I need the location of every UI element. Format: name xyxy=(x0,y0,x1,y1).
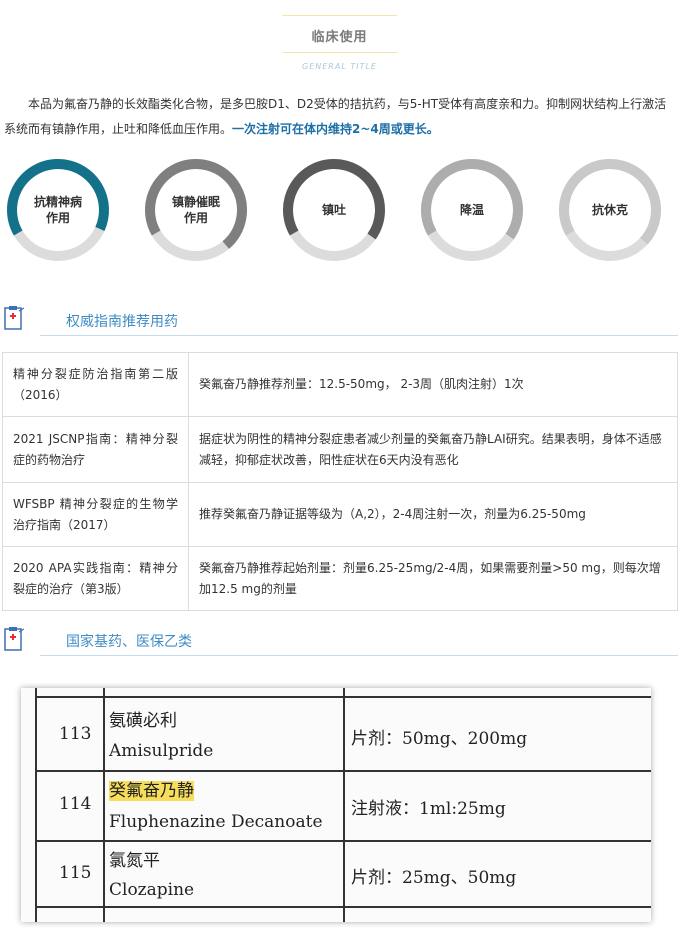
insurance-heading: 国家基药、医保乙类 xyxy=(66,634,192,650)
guideline-name: 2020 APA实践指南：精神分裂症的治疗（第3版） xyxy=(2,546,189,611)
effect-label: 降温 xyxy=(420,158,524,262)
guideline-row: WFSBP 精神分裂症的生物学治疗指南（2017） 推荐癸氟奋乃静证据等级为（A,… xyxy=(2,482,678,547)
effect-label-text: 镇静催眠 作用 xyxy=(172,194,220,226)
drug-spec: 片剂：50mg、200mg xyxy=(351,729,528,749)
section-subtitle: GENERAL TITLE xyxy=(302,62,377,71)
effect-ring: 抗精神病 作用 xyxy=(6,158,110,262)
intro-paragraph: 本品为氟奋乃静的长效酯类化合物，是多巴胺D1、D2受体的拮抗药，与5-HT受体有… xyxy=(4,92,678,142)
doc-rule xyxy=(35,688,37,922)
clipboard-icon xyxy=(4,306,25,330)
effect-ring: 镇吐 xyxy=(282,158,386,262)
guideline-row: 2020 APA实践指南：精神分裂症的治疗（第3版） 癸氟奋乃静推荐起始剂量：剂量… xyxy=(2,546,678,611)
effect-ring: 镇静催眠 作用 xyxy=(144,158,248,262)
guideline-row: 2021 JSCNP指南：精神分裂症的药物治疗 据症状为阴性的精神分裂症患者减少剂… xyxy=(2,416,678,483)
effect-label-line: 作用 xyxy=(183,211,208,225)
guidelines-table: 精神分裂症防治指南第二版（2016） 癸氟奋乃静推荐剂量：12.5-50mg， 2… xyxy=(2,352,678,611)
guideline-name: 精神分裂症防治指南第二版（2016） xyxy=(2,352,189,417)
effect-ring: 抗休克 xyxy=(558,158,662,262)
guideline-recommendation: 据症状为阴性的精神分裂症患者减少剂量的癸氟奋乃静LAI研究。结果表明，身体不适感… xyxy=(188,416,678,483)
effect-label-text: 抗精神病 作用 xyxy=(34,194,82,226)
drug-spec: 片剂：25mg、50mg xyxy=(351,868,517,888)
effect-label: 镇吐 xyxy=(282,158,386,262)
drug-name-en: Amisulpride xyxy=(109,741,214,761)
effect-label: 抗精神病 作用 xyxy=(6,158,110,262)
drug-name-cn-highlighted: 癸氟奋乃静 xyxy=(109,776,194,801)
guidelines-heading: 权威指南推荐用药 xyxy=(66,314,178,330)
effect-label-line: 镇静催眠 xyxy=(171,195,220,209)
drug-number: 114 xyxy=(59,794,92,814)
intro-highlight: 一次注射可在体内维持2~4周或更长。 xyxy=(232,122,439,136)
doc-rule xyxy=(343,688,345,922)
effect-label-text: 降温 xyxy=(460,202,484,218)
drug-name-cn: 氨磺必利 xyxy=(109,711,177,731)
header-bottom-divider xyxy=(282,52,397,53)
effect-label-line: 作用 xyxy=(45,211,70,225)
effect-label-text: 镇吐 xyxy=(322,202,346,218)
section-title: 临床使用 xyxy=(311,30,368,45)
effect-ring: 降温 xyxy=(420,158,524,262)
effect-label: 镇静催眠 作用 xyxy=(144,158,248,262)
guideline-recommendation: 癸氟奋乃静推荐剂量：12.5-50mg， 2-3周（肌肉注射）1次 xyxy=(188,352,678,417)
drug-number: 113 xyxy=(59,724,92,744)
effect-label-line: 抗休克 xyxy=(591,203,628,217)
doc-rule xyxy=(103,688,105,922)
clipboard-icon xyxy=(4,627,25,651)
guideline-recommendation: 癸氟奋乃静推荐起始剂量：剂量6.25-25mg/2-4周，如果需要剂量>50 m… xyxy=(188,546,678,611)
effect-label-text: 抗休克 xyxy=(592,202,628,218)
guideline-recommendation: 推荐癸氟奋乃静证据等级为（A,2），2-4周注射一次，剂量为6.25-50mg xyxy=(188,482,678,547)
drug-name-cn: 氯氮平 xyxy=(109,851,160,871)
drug-list-document-image: 113 氨磺必利 Amisulpride 片剂：50mg、200mg 114 癸… xyxy=(21,688,651,922)
insurance-heading-underline xyxy=(40,655,678,656)
drug-number: 115 xyxy=(59,863,92,883)
effect-label-line: 镇吐 xyxy=(321,203,346,217)
drug-name-en: Fluphenazine Decanoate xyxy=(109,812,323,832)
guideline-name: WFSBP 精神分裂症的生物学治疗指南（2017） xyxy=(2,482,189,547)
guideline-name: 2021 JSCNP指南：精神分裂症的药物治疗 xyxy=(2,416,189,483)
drug-name-en: Clozapine xyxy=(109,880,195,900)
effect-label: 抗休克 xyxy=(558,158,662,262)
header-top-divider xyxy=(282,15,397,16)
drug-spec: 注射液：1ml:25mg xyxy=(351,799,506,819)
guidelines-heading-underline xyxy=(40,335,678,336)
effect-label-line: 抗精神病 xyxy=(33,195,82,209)
guideline-row: 精神分裂症防治指南第二版（2016） 癸氟奋乃静推荐剂量：12.5-50mg， 2… xyxy=(2,352,678,417)
effect-label-line: 降温 xyxy=(459,203,484,217)
drug-name-highlight: 癸氟奋乃静 xyxy=(109,781,194,801)
